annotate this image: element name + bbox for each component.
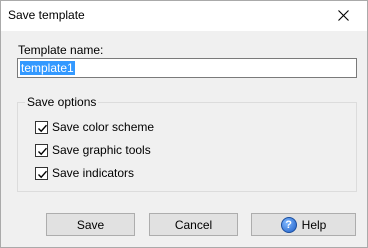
window-title: Save template (8, 8, 85, 22)
cancel-button[interactable]: Cancel (149, 213, 238, 236)
checkbox-box[interactable] (35, 143, 48, 157)
checkbox-label: Save indicators (52, 166, 135, 180)
save-button-label: Save (76, 217, 105, 232)
checkmark-icon (38, 124, 48, 132)
save-indicators-checkbox[interactable]: Save indicators (35, 165, 134, 181)
save-color-scheme-checkbox[interactable]: Save color scheme (35, 119, 154, 135)
title-bar: Save template (1, 1, 367, 31)
save-button[interactable]: Save (46, 213, 135, 236)
close-icon (338, 10, 349, 21)
template-name-input[interactable]: template1 (17, 58, 357, 78)
close-button[interactable] (321, 1, 367, 31)
help-icon: ? (280, 216, 297, 233)
cancel-button-label: Cancel (174, 217, 213, 232)
checkmark-icon (38, 170, 48, 178)
template-name-value: template1 (20, 61, 75, 75)
checkbox-box[interactable] (35, 166, 48, 180)
help-button-label: Help (301, 217, 327, 232)
save-graphic-tools-checkbox[interactable]: Save graphic tools (35, 142, 151, 158)
checkbox-box[interactable] (35, 120, 48, 134)
save-template-dialog: Save template Template name: template1 S… (0, 0, 368, 248)
checkbox-label: Save graphic tools (52, 143, 151, 157)
checkmark-icon (38, 147, 48, 155)
template-name-label: Template name: (18, 43, 104, 57)
checkbox-label: Save color scheme (52, 120, 155, 134)
help-button[interactable]: ? Help (251, 213, 356, 236)
save-options-legend: Save options (25, 95, 99, 109)
